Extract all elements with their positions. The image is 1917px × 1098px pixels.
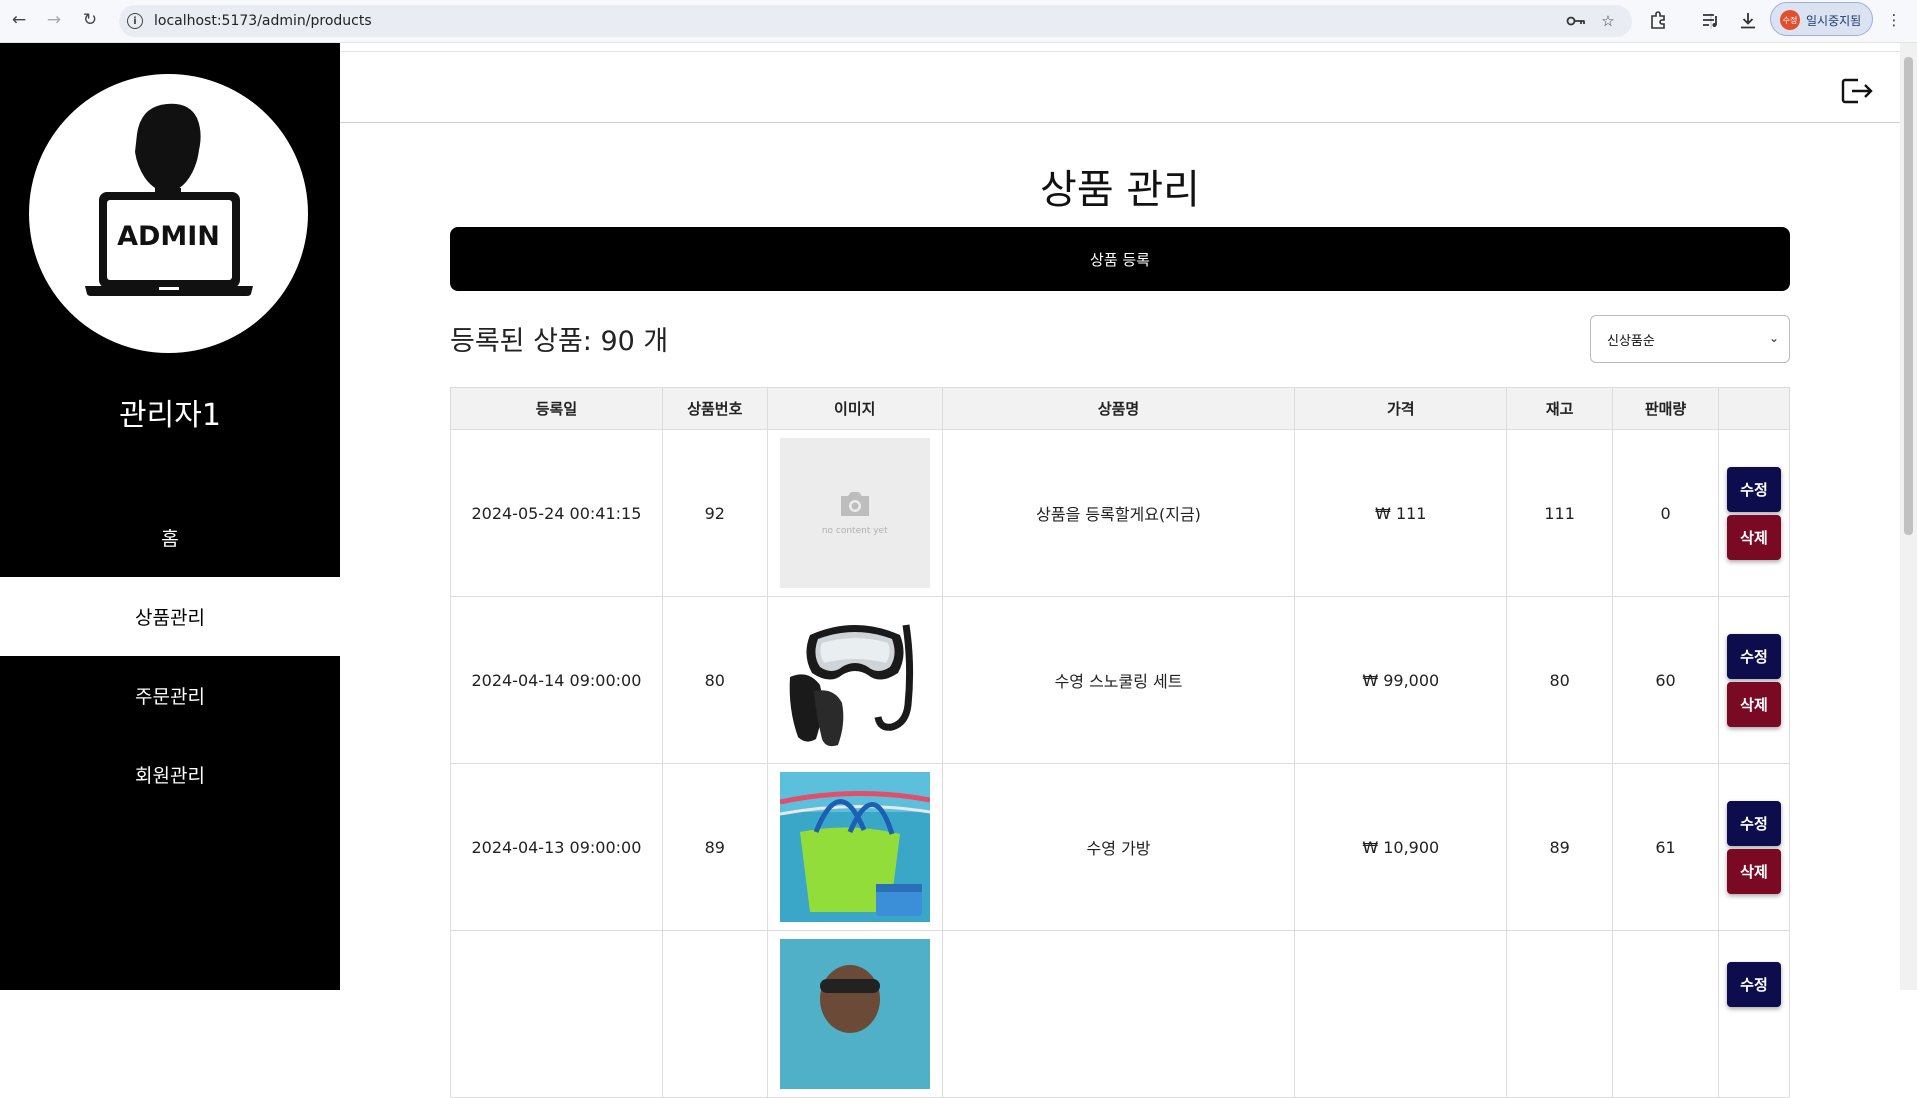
products-table: 등록일 상품번호 이미지 상품명 가격 재고 판매량 2024-05-24 00…	[450, 387, 1791, 1098]
delete-button[interactable]: 삭제	[1726, 514, 1781, 560]
edit-button[interactable]: 수정	[1726, 633, 1781, 679]
header-name: 상품명	[941, 387, 1296, 430]
sidebar: ADMIN 관리자1 홈 상품관리 주문관리 회원관리	[0, 43, 340, 990]
cell-actions: 수정 삭제	[1717, 429, 1791, 597]
sidebar-item-home[interactable]: 홈	[0, 498, 340, 577]
cell-price: ₩ 10,900	[1294, 763, 1508, 931]
cell-id: 89	[661, 763, 768, 931]
cell-name	[941, 930, 1296, 1098]
cell-id: 80	[661, 596, 768, 764]
cell-actions: 수정	[1717, 930, 1791, 1098]
profile-avatar: 수정	[1780, 10, 1800, 30]
logout-icon[interactable]	[1840, 76, 1874, 106]
header-stock: 재고	[1506, 387, 1614, 430]
cell-sales: 60	[1612, 596, 1719, 764]
password-key-icon[interactable]	[1566, 11, 1586, 31]
header-price: 가격	[1294, 387, 1508, 430]
cell-stock: 80	[1506, 596, 1614, 764]
sidebar-item-orders[interactable]: 주문관리	[0, 656, 340, 735]
page-scrollbar[interactable]	[1900, 43, 1917, 990]
header-actions	[1717, 387, 1791, 430]
camera-icon	[840, 492, 869, 516]
sort-select[interactable]: 신상품순 ⌄	[1590, 315, 1790, 363]
header-image: 이미지	[766, 387, 943, 430]
cell-image	[766, 596, 943, 764]
profile-button[interactable]: 수정 일시중지됨	[1770, 2, 1873, 36]
mesh-bag-image	[779, 772, 930, 922]
cell-sales: 61	[1612, 763, 1719, 931]
cell-name: 수영 가방	[941, 763, 1296, 931]
swimmer-image	[779, 939, 930, 1089]
cell-date: 2024-04-14 09:00:00	[450, 596, 663, 764]
download-icon[interactable]	[1737, 9, 1759, 31]
cell-id: 92	[661, 429, 768, 597]
cell-actions: 수정 삭제	[1717, 596, 1791, 764]
admin-avatar: ADMIN	[29, 74, 308, 353]
cell-id	[661, 930, 768, 1098]
url-text[interactable]: localhost:5173/admin/products	[154, 13, 372, 29]
product-count: 등록된 상품: 90 개	[450, 326, 669, 357]
admin-laptop-icon	[85, 103, 253, 296]
cell-price: ₩ 111	[1294, 429, 1508, 597]
browser-toolbar: ← → ↻ i localhost:5173/admin/products ☆ …	[0, 0, 1917, 43]
page-title: 상품 관리	[1040, 167, 1200, 213]
edit-button[interactable]: 수정	[1726, 466, 1781, 512]
admin-name: 관리자1	[119, 398, 221, 433]
reload-icon[interactable]: ↻	[78, 8, 102, 32]
edit-button[interactable]: 수정	[1726, 962, 1781, 1007]
cell-sales: 0	[1612, 429, 1719, 597]
cell-name: 상품을 등록할게요(지금)	[941, 429, 1296, 597]
cell-stock: 89	[1506, 763, 1614, 931]
delete-button[interactable]: 삭제	[1726, 848, 1781, 894]
delete-button[interactable]: 삭제	[1726, 681, 1781, 727]
edit-button[interactable]: 수정	[1726, 800, 1781, 846]
cell-image	[766, 930, 943, 1098]
address-bar[interactable]: i localhost:5173/admin/products ☆	[119, 5, 1632, 37]
cell-price: ₩ 99,000	[1294, 596, 1508, 764]
chevron-down-icon: ⌄	[1768, 331, 1779, 345]
header-sales: 판매량	[1612, 387, 1719, 430]
snorkel-set-image	[779, 605, 930, 755]
sidebar-item-products[interactable]: 상품관리	[0, 577, 340, 656]
top-bar	[340, 51, 1900, 123]
table-row: 2024-04-13 09:00:00 89 수영 가방 ₩ 10,900 89…	[450, 763, 1791, 931]
cell-image	[766, 763, 943, 931]
no-content-text: no content yet	[821, 526, 888, 536]
cell-actions: 수정 삭제	[1717, 763, 1791, 931]
cell-date	[450, 930, 663, 1098]
header-id: 상품번호	[661, 387, 768, 430]
scrollbar-thumb[interactable]	[1904, 57, 1913, 535]
table-header-row: 등록일 상품번호 이미지 상품명 가격 재고 판매량	[450, 387, 1791, 430]
main-content: 상품 관리 상품 등록 등록된 상품: 90 개 신상품순 ⌄ 등록일 상품번호…	[340, 43, 1900, 1098]
sidebar-item-members[interactable]: 회원관리	[0, 735, 340, 814]
table-row: 2024-04-14 09:00:00 80 수영 스노쿨링 세트 ₩ 99,0…	[450, 596, 1791, 764]
header-date: 등록일	[450, 387, 663, 430]
profile-status-label: 일시중지됨	[1806, 14, 1862, 28]
table-row: 2024-05-24 00:41:15 92 no content yet 상품…	[450, 429, 1791, 597]
sort-selected-value: 신상품순	[1607, 333, 1655, 349]
cell-stock: 111	[1506, 429, 1614, 597]
cell-image: no content yet	[766, 429, 943, 597]
placeholder-camera-image: no content yet	[779, 438, 930, 588]
site-info-icon[interactable]: i	[127, 13, 143, 29]
cell-date: 2024-04-13 09:00:00	[450, 763, 663, 931]
cell-stock	[1506, 930, 1614, 1098]
cell-name: 수영 스노쿨링 세트	[941, 596, 1296, 764]
cell-sales	[1612, 930, 1719, 1098]
table-row: 수정	[450, 930, 1791, 1098]
kebab-menu-icon[interactable]: ⋮	[1883, 9, 1905, 31]
forward-icon[interactable]: →	[42, 8, 66, 32]
cell-date: 2024-05-24 00:41:15	[450, 429, 663, 597]
extensions-icon[interactable]	[1647, 9, 1669, 31]
cell-price	[1294, 930, 1508, 1098]
admin-logo-text: ADMIN	[117, 221, 220, 252]
media-queue-icon[interactable]	[1700, 9, 1722, 31]
bookmark-star-icon[interactable]: ☆	[1598, 11, 1618, 31]
back-icon[interactable]: ←	[7, 8, 31, 32]
register-product-button[interactable]: 상품 등록	[450, 227, 1790, 291]
